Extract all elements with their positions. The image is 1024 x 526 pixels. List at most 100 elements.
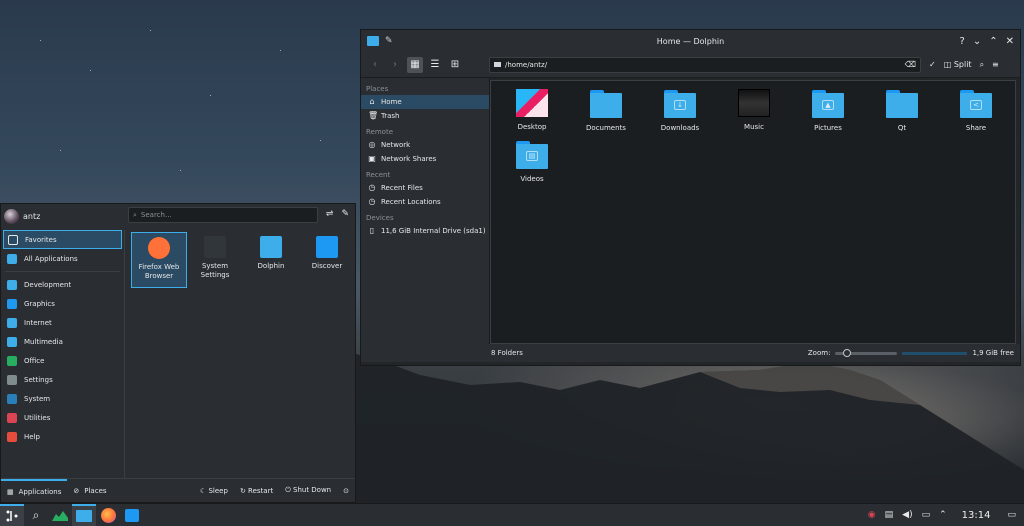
folder-icon: ▤ — [516, 141, 548, 169]
app-item[interactable]: Discover — [299, 232, 355, 288]
places-item[interactable]: ◎ Network — [361, 138, 489, 152]
forward-icon[interactable]: › — [387, 57, 403, 73]
restart-button[interactable]: ↻ Restart — [240, 487, 273, 495]
shutdown-button[interactable]: ⏻ Shut Down — [285, 486, 331, 495]
category-item[interactable]: Favorites — [3, 230, 122, 249]
search-icon: ⌕ — [32, 507, 40, 522]
places-item[interactable]: ▣ Network Shares — [361, 152, 489, 166]
dolphin-titlebar[interactable]: ✎ Home — Dolphin ? ⌄ ⌃ ✕ — [361, 30, 1020, 52]
app-name-line: Settings — [200, 271, 230, 279]
minimize-icon[interactable]: ⌄ — [973, 36, 981, 47]
compact-view-icon[interactable]: ☰ — [427, 57, 443, 73]
places-section-header: Recent — [366, 171, 391, 179]
plasma-logo-icon — [6, 510, 18, 522]
mic-icon[interactable]: ◉ — [868, 510, 876, 520]
location-bar[interactable]: /home/antz/ ⌫ — [489, 56, 921, 73]
leave-options-icon[interactable]: ⊙ — [343, 487, 349, 495]
confirm-icon[interactable]: ✓ — [929, 60, 936, 69]
category-item[interactable]: Multimedia — [1, 332, 124, 351]
category-icon — [7, 374, 17, 385]
file-item[interactable]: Qt — [865, 89, 939, 140]
trash-icon: 🗑 — [368, 111, 379, 120]
folder-icon: < — [960, 90, 992, 118]
app-item[interactable]: Firefox Web Browser — [131, 232, 187, 288]
category-item[interactable]: Internet — [1, 313, 124, 332]
category-item[interactable]: Settings — [1, 370, 124, 389]
category-item[interactable]: Utilities — [1, 408, 124, 427]
places-item[interactable]: ◷ Recent Locations — [361, 195, 489, 209]
back-icon[interactable]: ‹ — [367, 57, 383, 73]
launcher-button[interactable] — [0, 503, 24, 526]
category-label: Graphics — [24, 299, 55, 308]
network-icon[interactable]: ▭ — [922, 510, 931, 520]
zoom-slider-knob[interactable] — [843, 348, 852, 357]
help-icon[interactable]: ? — [960, 36, 965, 47]
taskbar-system-monitor[interactable] — [48, 504, 72, 526]
zoom-slider[interactable] — [835, 348, 898, 357]
app-icon — [148, 237, 170, 259]
configure-icon[interactable]: ⇌ — [326, 209, 334, 219]
search-input[interactable]: ⌕ Search... — [128, 207, 318, 223]
clipboard-icon[interactable]: ▤ — [885, 510, 894, 520]
pin-icon[interactable]: ✎ — [341, 209, 349, 219]
places-item[interactable]: ◷ Recent Files — [361, 181, 489, 195]
category-item[interactable]: Graphics — [1, 294, 124, 313]
taskbar-discover[interactable] — [120, 504, 144, 526]
category-item[interactable]: Office — [1, 351, 124, 370]
places-item-label: Network — [381, 141, 411, 149]
sleep-button[interactable]: ☾ Sleep — [200, 487, 228, 495]
file-item[interactable]: < Share — [939, 89, 1013, 140]
zoom-label: Zoom: — [807, 349, 831, 357]
places-section-header: Remote — [366, 128, 394, 136]
app-item[interactable]: System Settings — [187, 232, 243, 288]
icons-view-icon[interactable]: ▦ — [407, 56, 423, 73]
dolphin-app-icon[interactable] — [367, 36, 379, 46]
system-monitor-icon — [52, 511, 68, 521]
file-item[interactable]: Music — [717, 89, 791, 140]
file-item[interactable]: ▤ Videos — [495, 140, 569, 191]
file-item[interactable]: Documents — [569, 89, 643, 140]
tab-applications[interactable]: ▦ Applications — [1, 478, 68, 503]
category-icon — [7, 336, 17, 347]
maximize-icon[interactable]: ⌃ — [989, 36, 997, 47]
show-desktop-icon[interactable]: ▭ — [1007, 510, 1016, 520]
split-button[interactable]: ◫ Split — [944, 60, 972, 69]
file-item[interactable]: ↓ Downloads — [643, 89, 717, 140]
clock[interactable]: 13:14 — [962, 510, 991, 521]
places-item[interactable]: ⌂ Home — [361, 95, 489, 109]
app-name: System Settings — [201, 262, 230, 280]
volume-icon[interactable]: ◀) — [902, 510, 912, 520]
firefox-icon — [100, 507, 116, 523]
close-icon[interactable]: ✕ — [1006, 36, 1014, 47]
file-item[interactable]: Desktop — [495, 89, 569, 140]
tray-expand-icon[interactable]: ⌃ — [939, 510, 947, 520]
tab-places[interactable]: ⊘ Places — [67, 479, 112, 503]
clear-location-icon[interactable]: ⌫ — [905, 60, 916, 69]
category-item[interactable]: System — [1, 389, 124, 408]
category-item[interactable]: Help — [1, 427, 124, 446]
folder-mini-icon — [494, 62, 501, 67]
places-item[interactable]: ▯ 11,6 GiB Internal Drive (sda1) — [361, 224, 489, 238]
category-label: Development — [24, 280, 72, 289]
taskbar-search[interactable]: ⌕ — [24, 504, 48, 526]
category-item[interactable]: All Applications — [1, 249, 124, 268]
places-item-label: Recent Files — [381, 184, 423, 192]
file-item[interactable]: ▲ Pictures — [791, 89, 865, 140]
category-label: Help — [24, 432, 40, 441]
hamburger-menu-icon[interactable]: ≡ — [992, 60, 999, 69]
restart-icon: ↻ — [239, 486, 246, 495]
avatar[interactable] — [4, 208, 19, 224]
places-item[interactable]: 🗑 Trash — [361, 109, 489, 123]
taskbar-dolphin[interactable] — [72, 503, 96, 526]
search-icon[interactable]: ⌕ — [980, 60, 984, 70]
category-icon — [7, 253, 17, 264]
pin-icon[interactable]: ✎ — [385, 36, 393, 46]
details-view-icon[interactable]: ⊞ — [447, 57, 463, 73]
app-name-line: Dolphin — [257, 262, 285, 270]
free-space: 1,9 GiB free — [972, 349, 1014, 357]
file-view[interactable]: Desktop Documents ↓ Downloads Music ▲ Pictures… — [490, 80, 1016, 344]
category-item[interactable]: Development — [1, 275, 124, 294]
drive-icon: ▯ — [369, 226, 375, 235]
app-item[interactable]: Dolphin — [243, 232, 299, 288]
taskbar-firefox[interactable] — [96, 504, 120, 526]
